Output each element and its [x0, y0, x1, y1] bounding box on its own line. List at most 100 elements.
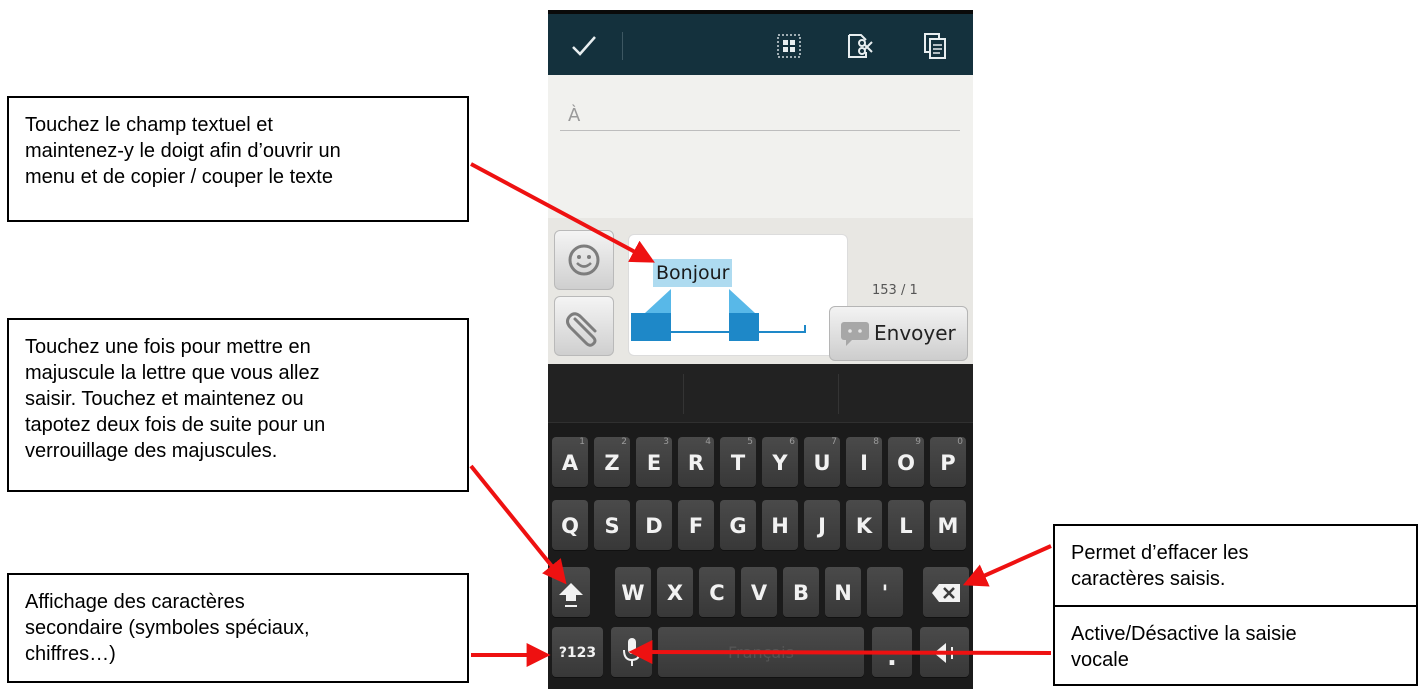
key-o[interactable]: O9 [888, 437, 924, 487]
key-b[interactable]: B [783, 567, 819, 617]
message-input[interactable]: Bonjour [628, 234, 848, 356]
smiley-icon [568, 244, 600, 276]
key-hint: 4 [705, 437, 711, 447]
key-label: H [771, 514, 789, 538]
suggestion-divider [683, 374, 684, 414]
selection-handles[interactable] [629, 287, 849, 347]
key-d[interactable]: D [636, 500, 672, 550]
key-hint: 6 [789, 437, 795, 447]
key-k[interactable]: K [846, 500, 882, 550]
key-hint: 7 [831, 437, 837, 447]
key-label: J [818, 514, 826, 538]
key-n[interactable]: N [825, 567, 861, 617]
key-label: P [940, 451, 956, 475]
key-x[interactable]: X [657, 567, 693, 617]
key-s[interactable]: S [594, 500, 630, 550]
key-label: V [750, 581, 768, 605]
shift-icon [559, 583, 583, 607]
key-label: Q [561, 514, 579, 538]
key-label: S [604, 514, 620, 538]
shift-key[interactable] [552, 567, 590, 617]
backspace-key[interactable] [923, 567, 969, 617]
callout-voice: Active/Désactive la saisie vocale [1053, 605, 1418, 686]
key-hint: 1 [579, 437, 585, 447]
key-label: E [646, 451, 662, 475]
paperclip-icon [566, 312, 597, 347]
phone-screen: À Bonjour 153 / 1 Envoyer A 1 Z 2 E 3 R … [548, 10, 973, 689]
key-q[interactable]: Q [552, 500, 588, 550]
copy-icon[interactable] [921, 32, 949, 60]
key-label: X [666, 581, 684, 605]
suggestion-strip [548, 364, 973, 423]
attach-button[interactable] [554, 296, 614, 356]
selected-text[interactable]: Bonjour [653, 259, 733, 287]
callout-copy-cut: Touchez le champ textuel et maintenez-y … [7, 96, 469, 222]
action-bar-divider [622, 32, 623, 60]
key-label: L [899, 514, 913, 538]
period-key[interactable]: . [872, 627, 912, 677]
action-bar [548, 10, 973, 75]
key-hint: 5 [747, 437, 753, 447]
key-m[interactable]: M [930, 500, 966, 550]
key-c[interactable]: C [699, 567, 735, 617]
key-label: U [813, 451, 831, 475]
cut-icon[interactable] [845, 32, 873, 60]
key-label: K [855, 514, 873, 538]
key-label: C [709, 581, 725, 605]
key-l[interactable]: L [888, 500, 924, 550]
key-hint: 8 [873, 437, 879, 447]
key-label: Y [772, 451, 788, 475]
key-label: I [860, 451, 868, 475]
key-label: B [792, 581, 809, 605]
key-hint: 0 [957, 437, 963, 447]
key-hint: 3 [663, 437, 669, 447]
key-r[interactable]: R4 [678, 437, 714, 487]
message-compose-bar: Bonjour 153 / 1 Envoyer [548, 218, 973, 364]
key-h[interactable]: H [762, 500, 798, 550]
key-label: G [729, 514, 747, 538]
key-f[interactable]: F [678, 500, 714, 550]
key-label: N [834, 581, 852, 605]
key-a[interactable]: A1 [552, 437, 588, 487]
key-label: D [645, 514, 663, 538]
key-e[interactable]: E3 [636, 437, 672, 487]
message-bubble-icon [841, 322, 869, 346]
key-apostrophe[interactable]: ' [867, 567, 903, 617]
key-label: A [561, 451, 579, 475]
callout-delete: Permet d’effacer les caractères saisis. [1053, 524, 1418, 608]
key-t[interactable]: T5 [720, 437, 756, 487]
microphone-icon [623, 638, 641, 666]
key-z[interactable]: Z2 [594, 437, 630, 487]
arrow-to-backspace-key [962, 544, 1052, 587]
check-icon[interactable] [570, 32, 598, 60]
enter-icon [934, 643, 953, 663]
character-counter: 153 / 1 [872, 283, 918, 298]
recipient-area: À [548, 75, 973, 218]
key-label: F [688, 514, 704, 538]
recipient-field[interactable]: À [560, 105, 960, 131]
key-hint: 9 [915, 437, 921, 447]
key-label: Z [604, 451, 620, 475]
key-w[interactable]: W [615, 567, 651, 617]
microphone-key[interactable] [611, 627, 652, 677]
key-u[interactable]: U7 [804, 437, 840, 487]
key-label: W [621, 581, 645, 605]
space-key[interactable]: Français [658, 627, 864, 677]
key-j[interactable]: J [804, 500, 840, 550]
key-p[interactable]: P0 [930, 437, 966, 487]
key-y[interactable]: Y6 [762, 437, 798, 487]
key-i[interactable]: I8 [846, 437, 882, 487]
enter-key[interactable] [920, 627, 969, 677]
key-g[interactable]: G [720, 500, 756, 550]
suggestion-divider [838, 374, 839, 414]
symbols-key[interactable]: ?123 [552, 627, 603, 677]
callout-symbols: Affichage des caractères secondaire (sym… [7, 573, 469, 683]
key-label: ' [881, 581, 889, 605]
backspace-icon [932, 584, 960, 602]
send-label: Envoyer [874, 321, 956, 345]
key-label: R [687, 451, 705, 475]
select-all-icon[interactable] [775, 32, 803, 60]
send-button[interactable]: Envoyer [829, 306, 968, 361]
key-v[interactable]: V [741, 567, 777, 617]
emoji-button[interactable] [554, 230, 614, 290]
